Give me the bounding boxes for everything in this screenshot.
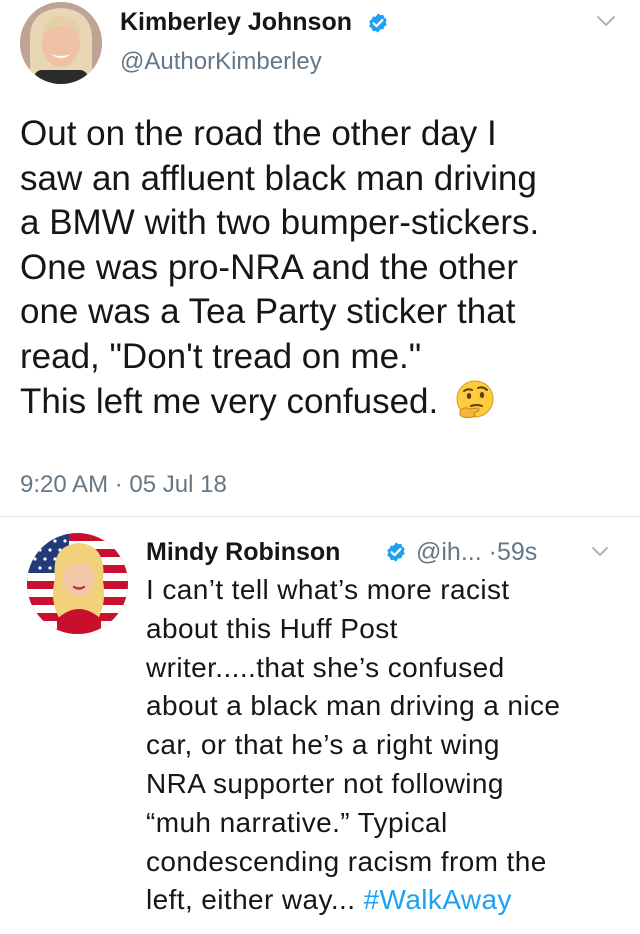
verified-badge-icon bbox=[367, 12, 389, 34]
tweet-text-line: One was pro-NRA and the other bbox=[20, 247, 519, 287]
tweet-text-line: read, "Don't tread on me." bbox=[20, 336, 422, 376]
reply-text-line: about this Huff Post bbox=[146, 612, 398, 644]
avatar-image bbox=[20, 2, 102, 84]
author-handle[interactable]: @AuthorKimberley bbox=[120, 48, 322, 76]
tweet-timestamp[interactable]: 9:20 AM · 05 Jul 18 bbox=[20, 471, 227, 499]
reply-text-line: left, either way... bbox=[146, 884, 364, 916]
verified-badge-icon bbox=[385, 541, 407, 563]
tweet-text-line: This left me very confused. bbox=[20, 382, 439, 421]
reply-handle-and-age: @ih... ·59s bbox=[416, 538, 537, 567]
reply-age[interactable]: 59s bbox=[497, 538, 537, 566]
thinking-face-icon bbox=[454, 379, 496, 421]
tweet-text-line: a BMW with two bumper-stickers. bbox=[20, 203, 540, 242]
reply-author-handle[interactable]: @ih... bbox=[416, 538, 482, 566]
reply-text-line: condescending racism from the bbox=[146, 845, 547, 877]
avatar-image bbox=[27, 533, 128, 634]
author-avatar[interactable] bbox=[20, 2, 102, 84]
reply-text-line: I can’t tell what’s more racist bbox=[146, 574, 510, 605]
tweet-text: Out on the road the other day I saw an a… bbox=[20, 112, 620, 425]
reply-text-line: NRA supporter not following bbox=[146, 767, 504, 799]
reply-text-line: “muh narrative.” Typical bbox=[146, 806, 448, 838]
divider bbox=[0, 516, 640, 517]
reply-text: I can’t tell what’s more racist about th… bbox=[146, 571, 626, 920]
tweet-date: 05 Jul 18 bbox=[129, 471, 227, 498]
chevron-down-icon[interactable] bbox=[594, 12, 618, 30]
separator-dot: · bbox=[488, 538, 497, 566]
reply-author-name[interactable]: Mindy Robinson bbox=[146, 538, 340, 567]
separator-dot: · bbox=[114, 471, 123, 498]
reply-text-line: writer.....that she’s confused bbox=[146, 651, 505, 683]
tweet-text-line: one was a Tea Party sticker that bbox=[20, 292, 516, 331]
tweet-text-line: Out on the road the other day I bbox=[20, 114, 497, 153]
chevron-down-icon[interactable] bbox=[589, 544, 611, 560]
tweet-time: 9:20 AM bbox=[20, 471, 109, 498]
reply-text-last-line: left, either way... #WalkAway bbox=[146, 881, 626, 920]
reply-author-avatar[interactable] bbox=[27, 533, 128, 634]
reply-text-line: about a black man driving a nice bbox=[146, 690, 561, 722]
tweet-text-line: saw an affluent black man driving bbox=[20, 158, 537, 198]
reply-text-line: car, or that he’s a right wing bbox=[146, 729, 500, 761]
author-name[interactable]: Kimberley Johnson bbox=[120, 8, 352, 37]
hashtag-link[interactable]: #WalkAway bbox=[364, 884, 512, 915]
tweet-text-last-line: This left me very confused. bbox=[20, 379, 620, 425]
